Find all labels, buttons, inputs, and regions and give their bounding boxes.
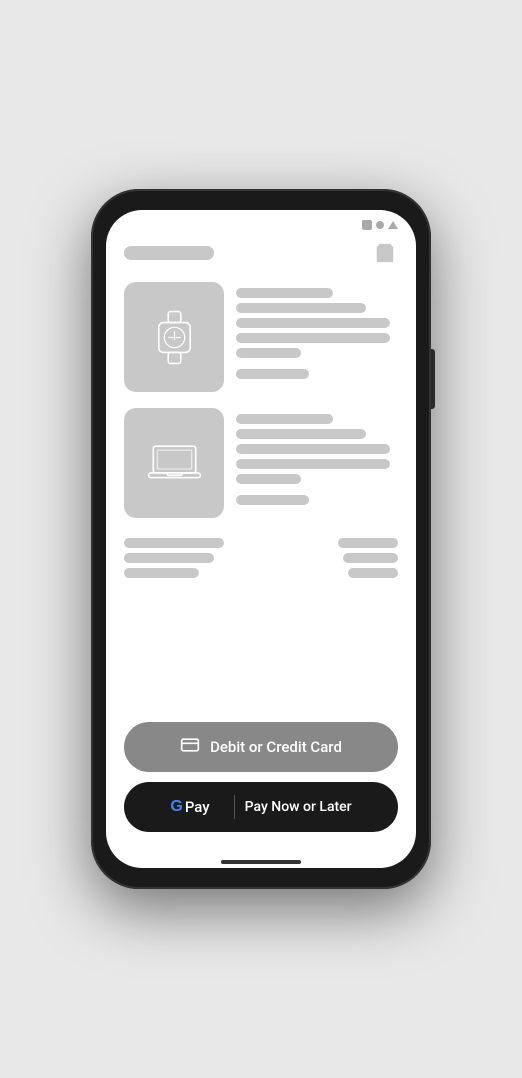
payment-buttons: Debit or Credit Card G Pay Pay Now or La… xyxy=(124,712,398,852)
battery-icon xyxy=(388,221,398,229)
page-title xyxy=(124,246,214,260)
product-price-bar xyxy=(236,495,309,505)
cart-icon[interactable] xyxy=(372,240,398,266)
credit-card-icon xyxy=(180,735,200,759)
product-desc-bar-3 xyxy=(236,459,390,469)
product-sub-bar xyxy=(236,348,301,358)
summary-labels xyxy=(124,538,224,578)
product-desc-bar-2 xyxy=(236,318,390,328)
product-name-bar xyxy=(236,414,333,424)
summary-value-bar xyxy=(338,538,398,548)
product-details-laptop xyxy=(236,408,398,518)
product-image-watch xyxy=(124,282,224,392)
product-item xyxy=(124,282,398,392)
summary-value-bar xyxy=(343,553,398,563)
wifi-icon xyxy=(376,221,384,229)
home-bar xyxy=(221,860,301,864)
product-desc-bar-3 xyxy=(236,333,390,343)
product-desc-bar-1 xyxy=(236,429,366,439)
product-image-laptop xyxy=(124,408,224,518)
status-bar xyxy=(106,210,416,236)
summary-label-bar xyxy=(124,538,224,548)
order-summary xyxy=(124,538,398,578)
main-content: Debit or Credit Card G Pay Pay Now or La… xyxy=(106,236,416,852)
gpay-divider xyxy=(234,795,235,819)
product-desc-bar-2 xyxy=(236,444,390,454)
google-pay-word: Pay xyxy=(185,798,210,816)
google-g-blue: G xyxy=(170,798,182,816)
phone-frame: Debit or Credit Card G Pay Pay Now or La… xyxy=(91,189,431,889)
phone-screen: Debit or Credit Card G Pay Pay Now or La… xyxy=(106,210,416,868)
product-sub-bar xyxy=(236,474,301,484)
summary-label-bar xyxy=(124,553,214,563)
product-desc-bar-1 xyxy=(236,303,366,313)
summary-value-bar xyxy=(348,568,398,578)
product-name-bar xyxy=(236,288,333,298)
product-item xyxy=(124,408,398,518)
card-button-label: Debit or Credit Card xyxy=(210,738,342,756)
summary-values xyxy=(338,538,398,578)
page-header xyxy=(124,240,398,266)
product-price-bar xyxy=(236,369,309,379)
gpay-pay-now-later-label: Pay Now or Later xyxy=(245,799,352,815)
debit-credit-card-button[interactable]: Debit or Credit Card xyxy=(124,722,398,772)
home-indicator xyxy=(106,852,416,868)
google-pay-button[interactable]: G Pay Pay Now or Later xyxy=(124,782,398,832)
product-details-watch xyxy=(236,282,398,392)
summary-label-bar xyxy=(124,568,199,578)
google-pay-logo: G Pay xyxy=(170,798,213,816)
content-spacer xyxy=(124,586,398,712)
signal-icon xyxy=(362,220,372,230)
